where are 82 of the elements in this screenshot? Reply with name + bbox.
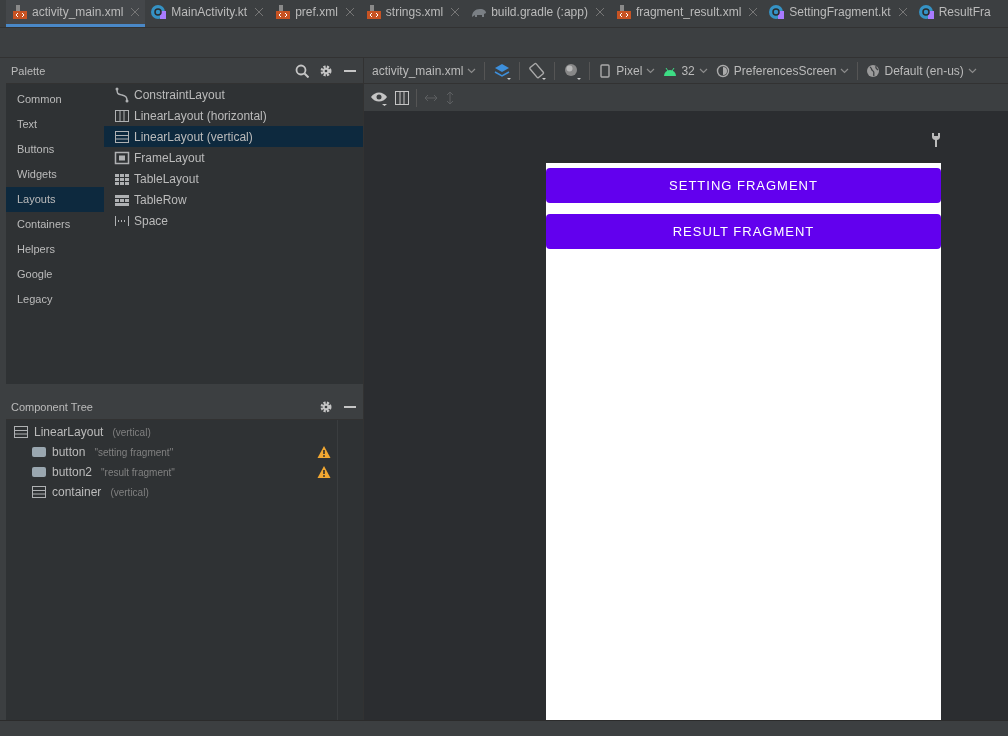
category-item[interactable]: Containers <box>6 212 104 237</box>
columns-icon <box>114 107 130 124</box>
editor-tab[interactable]: ResultFra <box>912 0 997 27</box>
category-item[interactable]: Legacy <box>6 287 104 312</box>
globe-icon <box>866 63 881 78</box>
rows-icon <box>31 484 47 500</box>
dropdown[interactable]: PreferencesScreen <box>715 63 850 78</box>
palette-item[interactable]: TableLayout <box>104 168 363 189</box>
phone-icon <box>598 63 613 78</box>
palette-item[interactable]: LinearLayout (horizontal) <box>104 105 363 126</box>
palette-item[interactable]: Space <box>104 210 363 231</box>
search-icon[interactable] <box>295 63 309 78</box>
category-item[interactable]: Widgets <box>6 162 104 187</box>
rows-icon <box>13 424 29 440</box>
class-icon <box>151 4 168 20</box>
node-detail: (vertical) <box>110 486 150 498</box>
editor-tab[interactable]: fragment_result.xml <box>609 0 764 27</box>
editor-tab[interactable]: pref.xml <box>269 0 360 27</box>
category-item[interactable]: Text <box>6 112 104 137</box>
dropdown[interactable]: activity_main.xml <box>372 63 477 78</box>
node-name: LinearLayout <box>34 425 104 439</box>
rotate-icon[interactable] <box>528 61 547 80</box>
editor-tab[interactable]: strings.xml <box>359 0 466 27</box>
category-item[interactable]: Helpers <box>6 237 104 262</box>
dropdown[interactable]: 32 <box>663 63 708 78</box>
close-icon[interactable] <box>255 8 264 16</box>
tree-row[interactable]: button2 "result fragment" <box>6 462 337 482</box>
preview-button[interactable]: RESULT FRAGMENT <box>546 214 941 249</box>
category-item[interactable]: Buttons <box>6 137 104 162</box>
editor-tab[interactable]: SettingFragment.kt <box>763 0 913 27</box>
wrench-icon[interactable] <box>931 132 941 148</box>
close-icon[interactable] <box>345 8 354 16</box>
editor-tab[interactable]: build.gradle (:app) <box>465 0 610 27</box>
file-icon <box>12 4 28 20</box>
file-icon <box>275 4 292 20</box>
palette-item[interactable]: LinearLayout (vertical) <box>104 126 363 147</box>
tree-row[interactable]: button "setting fragment" <box>6 442 337 462</box>
close-icon[interactable] <box>898 8 907 16</box>
node-name: container <box>52 485 102 499</box>
node-detail: "result fragment" <box>101 466 176 478</box>
node-name: button <box>52 445 86 459</box>
rows-icon <box>114 128 130 145</box>
preview-button[interactable]: SETTING FRAGMENT <box>546 168 941 203</box>
button-icon <box>31 444 47 460</box>
tree-row[interactable]: LinearLayout (vertical) <box>6 422 337 442</box>
node-detail: (vertical) <box>112 426 152 438</box>
columns-icon[interactable] <box>394 89 410 106</box>
settings-icon[interactable] <box>319 399 333 414</box>
connector-icon <box>114 86 130 103</box>
palette-item[interactable]: FrameLayout <box>104 147 363 168</box>
close-icon[interactable] <box>749 8 758 16</box>
layers-icon[interactable] <box>493 61 512 80</box>
tree-row[interactable]: container (vertical) <box>6 482 337 502</box>
panel-title: Palette <box>11 64 47 77</box>
close-icon[interactable] <box>451 8 460 16</box>
class-icon <box>769 4 786 20</box>
theme-icon <box>715 63 730 78</box>
panel-title: Component Tree <box>11 400 94 413</box>
file-icon <box>365 4 382 20</box>
node-name: button2 <box>52 465 93 479</box>
palette-item[interactable]: TableRow <box>104 189 363 210</box>
settings-icon[interactable] <box>319 63 333 78</box>
sphere-icon[interactable] <box>563 61 582 80</box>
chevron-icon <box>467 67 477 74</box>
chevron-icon <box>967 67 977 74</box>
chevron-icon <box>840 67 850 74</box>
chevron-icon <box>646 67 656 74</box>
chevron-icon <box>698 67 708 74</box>
button-icon <box>31 464 47 480</box>
category-item[interactable]: Layouts <box>6 187 104 212</box>
dropdown[interactable]: Default (en-us) <box>866 63 977 78</box>
palette-item[interactable]: ConstraintLayout <box>104 84 363 105</box>
editor-tab[interactable]: MainActivity.kt <box>145 0 270 27</box>
dropdown[interactable]: Pixel <box>598 63 656 78</box>
frame-icon <box>114 149 130 166</box>
close-icon[interactable] <box>595 8 604 16</box>
category-item[interactable]: Common <box>6 87 104 112</box>
category-item[interactable]: Google <box>6 262 104 287</box>
editor-tab[interactable]: activity_main.xml <box>6 0 146 27</box>
file-icon <box>615 4 632 20</box>
class-icon <box>918 4 935 20</box>
node-detail: "setting fragment" <box>94 446 175 458</box>
